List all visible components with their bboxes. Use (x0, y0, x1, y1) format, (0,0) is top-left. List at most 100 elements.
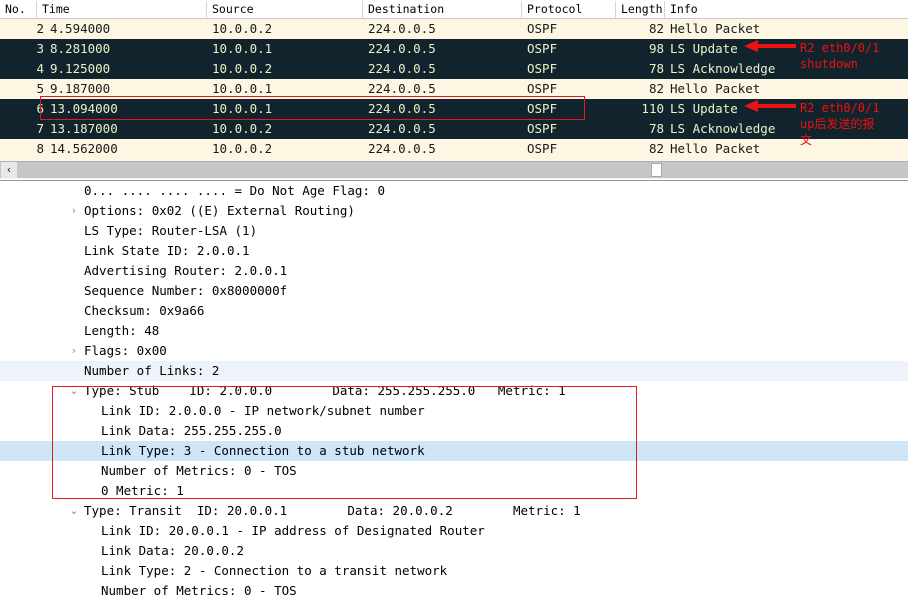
packet-list-column-headers[interactable]: No. Time Source Destination Protocol Len… (0, 0, 908, 19)
chevron-down-icon[interactable]: ⌄ (68, 501, 80, 521)
column-divider[interactable] (615, 1, 616, 18)
tree-item[interactable]: › Flags: 0x00 (0, 341, 908, 361)
chevron-down-icon[interactable]: ⌄ (68, 381, 80, 401)
packet-cell-time: 8.281000 (50, 41, 111, 56)
tree-item[interactable]: Advertising Router: 2.0.0.1 (0, 261, 908, 281)
packet-cell-time: 4.594000 (50, 21, 111, 36)
tree-item[interactable]: Length: 48 (0, 321, 908, 341)
column-divider[interactable] (664, 1, 665, 18)
packet-cell-dst: 224.0.0.5 (368, 121, 436, 136)
packet-cell-dst: 224.0.0.5 (368, 61, 436, 76)
packet-cell-prot: OSPF (527, 101, 558, 116)
tree-item-label: Link Type: 3 - Connection to a stub netw… (101, 443, 425, 458)
scrollbar-thumb[interactable] (651, 163, 662, 177)
tree-item-label: Link ID: 20.0.0.1 - IP address of Design… (101, 523, 485, 538)
packet-cell-len: 78 (648, 121, 664, 136)
table-row[interactable]: 6 13.094000 10.0.0.1 224.0.0.5 OSPF 110 LS Upd… (0, 99, 908, 119)
table-row[interactable]: 4 9.125000 10.0.0.2 224.0.0.5 OSPF 78 LS Ackno… (0, 59, 908, 79)
tree-item[interactable]: 0... .... .... .... = Do Not Age Flag: 0 (0, 181, 908, 201)
packet-cell-src: 10.0.0.2 (212, 121, 273, 136)
packet-cell-info: Hello Packet (670, 81, 761, 96)
column-header-source[interactable]: Source (212, 2, 254, 16)
column-divider[interactable] (206, 1, 207, 18)
packet-details-tree[interactable]: 0... .... .... .... = Do Not Age Flag: 0… (0, 181, 908, 601)
column-header-time[interactable]: Time (42, 2, 70, 16)
packet-cell-prot: OSPF (527, 41, 558, 56)
table-row[interactable]: 8 14.562000 10.0.0.2 224.0.0.5 OSPF 82 Hello P… (0, 139, 908, 159)
table-row[interactable]: 7 13.187000 10.0.0.2 224.0.0.5 OSPF 78 LS Ackn… (0, 119, 908, 139)
tree-item[interactable]: Number of Links: 2 (0, 361, 908, 381)
packet-cell-src: 10.0.0.1 (212, 81, 273, 96)
packet-cell-no: 5 (36, 81, 44, 96)
packet-cell-time: 9.125000 (50, 61, 111, 76)
tree-item[interactable]: LS Type: Router-LSA (1) (0, 221, 908, 241)
packet-cell-no: 3 (36, 41, 44, 56)
packet-cell-prot: OSPF (527, 141, 558, 156)
tree-item-label: Type: Transit ID: 20.0.0.1 Data: 20.0.0.… (84, 503, 581, 518)
packet-list-horizontal-scrollbar[interactable]: ‹ (0, 161, 908, 178)
tree-item[interactable]: ⌄ Type: Transit ID: 20.0.0.1 Data: 20.0.0… (0, 501, 908, 521)
scroll-left-arrow-icon[interactable]: ‹ (1, 162, 17, 178)
column-header-length[interactable]: Length (621, 2, 663, 16)
tree-item[interactable]: Sequence Number: 0x8000000f (0, 281, 908, 301)
packet-cell-prot: OSPF (527, 21, 558, 36)
packet-cell-info: LS Acknowledge (670, 61, 776, 76)
packet-cell-len: 82 (648, 81, 664, 96)
column-divider[interactable] (362, 1, 363, 18)
packet-cell-prot: OSPF (527, 81, 558, 96)
column-header-protocol[interactable]: Protocol (527, 2, 582, 16)
chevron-right-icon[interactable]: › (68, 201, 80, 221)
column-divider[interactable] (521, 1, 522, 18)
packet-cell-src: 10.0.0.2 (212, 21, 273, 36)
tree-item[interactable]: Link Data: 20.0.0.2 (0, 541, 908, 561)
packet-cell-dst: 224.0.0.5 (368, 101, 436, 116)
tree-item-label: Sequence Number: 0x8000000f (84, 283, 288, 298)
packet-cell-len: 82 (648, 21, 664, 36)
packet-cell-len: 110 (641, 101, 664, 116)
tree-item-label: Link Data: 20.0.0.2 (101, 543, 244, 558)
tree-item[interactable]: › Options: 0x02 ((E) External Routing) (0, 201, 908, 221)
packet-details-pane[interactable]: 0... .... .... .... = Do Not Age Flag: 0… (0, 181, 908, 601)
table-row[interactable]: 5 9.187000 10.0.0.1 224.0.0.5 OSPF 82 Hello Pa… (0, 79, 908, 99)
packet-cell-dst: 224.0.0.5 (368, 81, 436, 96)
packet-cell-info: Hello Packet (670, 21, 761, 36)
packet-cell-src: 10.0.0.1 (212, 41, 273, 56)
packet-cell-no: 7 (36, 121, 44, 136)
table-row[interactable]: 2 4.594000 10.0.0.2 224.0.0.5 OSPF 82 Hello Pa… (0, 19, 908, 39)
tree-item[interactable]: Link ID: 20.0.0.1 - IP address of Design… (0, 521, 908, 541)
column-header-destination[interactable]: Destination (368, 2, 444, 16)
chevron-right-icon[interactable]: › (68, 341, 80, 361)
column-divider[interactable] (36, 1, 37, 18)
tree-item-label: Link Data: 255.255.255.0 (101, 423, 282, 438)
packet-cell-time: 9.187000 (50, 81, 111, 96)
tree-item-label: Number of Links: 2 (84, 363, 220, 378)
tree-item-label: Advertising Router: 2.0.0.1 (84, 263, 288, 278)
tree-item[interactable]: Link Data: 255.255.255.0 (0, 421, 908, 441)
tree-item[interactable]: Link State ID: 2.0.0.1 (0, 241, 908, 261)
column-header-info[interactable]: Info (670, 2, 698, 16)
packet-cell-time: 13.187000 (50, 121, 118, 136)
tree-item[interactable]: Checksum: 0x9a66 (0, 301, 908, 321)
packet-list-rows[interactable]: 2 4.594000 10.0.0.2 224.0.0.5 OSPF 82 Hello Pa… (0, 19, 908, 179)
tree-item-label: 0 Metric: 1 (101, 483, 184, 498)
packet-cell-info: Hello Packet (670, 141, 761, 156)
packet-cell-prot: OSPF (527, 121, 558, 136)
packet-cell-no: 8 (36, 141, 44, 156)
tree-item[interactable]: Link Type: 2 - Connection to a transit n… (0, 561, 908, 581)
packet-cell-len: 98 (648, 41, 664, 56)
tree-item[interactable]: Link ID: 2.0.0.0 - IP network/subnet num… (0, 401, 908, 421)
packet-cell-src: 10.0.0.1 (212, 101, 273, 116)
column-header-no[interactable]: No. (5, 2, 26, 16)
tree-item[interactable]: Number of Metrics: 0 - TOS (0, 461, 908, 481)
tree-item[interactable]: Number of Metrics: 0 - TOS (0, 581, 908, 601)
tree-item[interactable]: 0 Metric: 1 (0, 481, 908, 501)
packet-cell-no: 2 (36, 21, 44, 36)
tree-item-label: Checksum: 0x9a66 (84, 303, 205, 318)
tree-item[interactable]: Link Type: 3 - Connection to a stub netw… (0, 441, 908, 461)
table-row[interactable]: 3 8.281000 10.0.0.1 224.0.0.5 OSPF 98 LS Updat… (0, 39, 908, 59)
tree-item-label: Options: 0x02 ((E) External Routing) (84, 203, 355, 218)
packet-list-pane[interactable]: No. Time Source Destination Protocol Len… (0, 0, 908, 181)
tree-item[interactable]: ⌄ Type: Stub ID: 2.0.0.0 Data: 255.255.25… (0, 381, 908, 401)
tree-item-label: Link Type: 2 - Connection to a transit n… (101, 563, 448, 578)
packet-cell-info: LS Acknowledge (670, 121, 776, 136)
